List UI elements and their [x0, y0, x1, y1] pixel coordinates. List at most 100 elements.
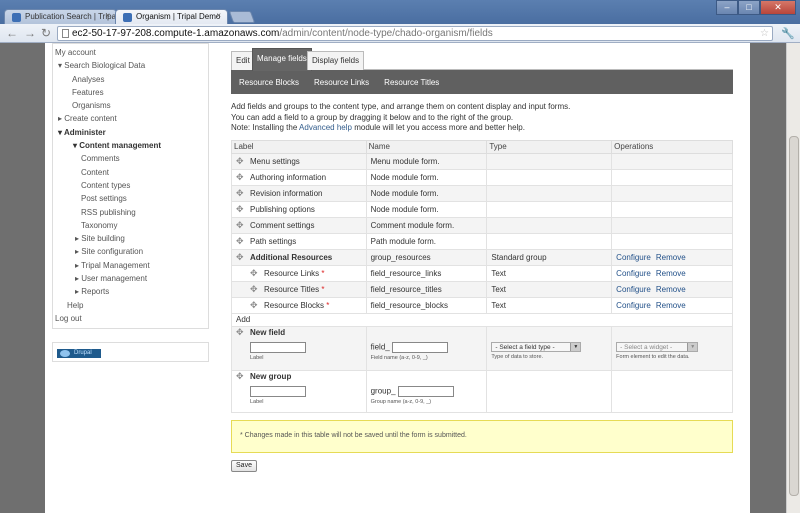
page-icon	[62, 29, 69, 38]
sidebar: My account ▾ Search Biological Data Anal…	[52, 43, 209, 363]
drag-handle-icon[interactable]: ✥	[236, 327, 244, 338]
help-line: Note: Installing the Advanced help modul…	[231, 123, 525, 132]
field-label: Menu settings	[250, 156, 300, 166]
menu-search-biological-data[interactable]: ▾ Search Biological Data	[53, 59, 208, 72]
reload-icon[interactable]: ↻	[41, 26, 51, 40]
subtab-resource-links[interactable]: Resource Links	[314, 78, 369, 87]
new-field-label-input[interactable]	[250, 341, 306, 353]
field-name: group_resources	[365, 248, 488, 266]
menu-log-out[interactable]: Log out	[53, 312, 208, 325]
field-type	[486, 184, 613, 202]
menu-content[interactable]: Content	[53, 166, 208, 179]
page: My account ▾ Search Biological Data Anal…	[45, 43, 750, 513]
address-bar[interactable]: ec2-50-17-97-208.compute-1.amazonaws.com…	[57, 26, 773, 41]
menu-my-account[interactable]: My account	[53, 46, 208, 59]
add-header-row: Add	[231, 312, 733, 327]
field-type	[486, 232, 613, 250]
field-type	[486, 152, 613, 170]
wrench-icon[interactable]: 🔧	[781, 27, 795, 40]
menu-site-configuration[interactable]: ▸ Site configuration	[53, 245, 208, 258]
drag-handle-icon[interactable]: ✥	[236, 220, 244, 231]
field-operations	[611, 168, 733, 186]
menu-reports[interactable]: ▸ Reports	[53, 285, 208, 298]
maximize-button[interactable]: □	[738, 0, 760, 15]
menu-analyses[interactable]: Analyses	[53, 73, 208, 86]
configure-link[interactable]: Configure	[616, 301, 651, 310]
drupal-badge[interactable]: Drupal	[57, 349, 101, 359]
configure-link[interactable]: Configure	[616, 285, 651, 294]
drag-handle-icon[interactable]: ✥	[236, 371, 244, 382]
input-description: Group name (a-z, 0-9, _)	[370, 398, 432, 405]
new-tab-button[interactable]	[228, 11, 256, 23]
new-group-label-input[interactable]	[250, 385, 306, 397]
subtab-resource-blocks[interactable]: Resource Blocks	[239, 78, 299, 87]
browser-tab-publication-search[interactable]: Publication Search | Tripa ×	[4, 9, 117, 24]
menu-administer[interactable]: ▾ Administer	[53, 126, 208, 139]
widget-select[interactable]: - Select a widget - ▼	[616, 341, 699, 352]
primary-tabs: Edit Manage fields Display fields	[231, 48, 733, 71]
scrollbar-thumb[interactable]	[789, 136, 799, 496]
configure-link[interactable]: Configure	[616, 269, 651, 278]
menu-organisms[interactable]: Organisms	[53, 99, 208, 112]
menu-content-management[interactable]: ▾ Content management	[53, 139, 208, 152]
field-type-select[interactable]: - Select a field type - ▼	[491, 341, 582, 352]
field-label: Resource Blocks	[264, 300, 325, 310]
fields-table: Label Name Type Operations ✥ Menu setting…	[231, 139, 733, 413]
advanced-help-link[interactable]: Advanced help	[299, 123, 352, 132]
drag-handle-icon[interactable]: ✥	[236, 204, 244, 215]
bookmark-star-icon[interactable]: ☆	[760, 27, 769, 40]
field-name-prefix: field_	[370, 342, 390, 352]
minimize-button[interactable]: –	[716, 0, 738, 15]
field-label: Resource Links	[264, 268, 320, 278]
menu-rss-publishing[interactable]: RSS publishing	[53, 206, 208, 219]
drag-handle-icon[interactable]: ✥	[250, 300, 258, 311]
menu-tripal-management[interactable]: ▸ Tripal Management	[53, 259, 208, 272]
close-tab-icon[interactable]: ×	[216, 11, 221, 20]
remove-link[interactable]: Remove	[656, 253, 686, 262]
subtab-resource-titles[interactable]: Resource Titles	[384, 78, 439, 87]
drag-handle-icon[interactable]: ✥	[236, 172, 244, 183]
drag-handle-icon[interactable]: ✥	[236, 188, 244, 199]
menu-post-settings[interactable]: Post settings	[53, 192, 208, 205]
drag-handle-icon[interactable]: ✥	[250, 268, 258, 279]
menu-taxonomy[interactable]: Taxonomy	[53, 219, 208, 232]
new-group-name-input[interactable]	[397, 385, 454, 397]
table-row: ✥ Resource Blocks * field_resource_blocks…	[231, 296, 733, 314]
drag-handle-icon[interactable]: ✥	[250, 284, 258, 295]
remove-link[interactable]: Remove	[656, 269, 686, 278]
drag-handle-icon[interactable]: ✥	[236, 156, 244, 167]
field-name: Node module form.	[365, 184, 488, 202]
close-window-button[interactable]: ✕	[760, 0, 796, 15]
menu-site-building[interactable]: ▸ Site building	[53, 232, 208, 245]
menu-help[interactable]: Help	[53, 299, 208, 312]
remove-link[interactable]: Remove	[656, 285, 686, 294]
configure-link[interactable]: Configure	[616, 253, 651, 262]
save-button[interactable]: Save	[231, 459, 257, 472]
back-icon[interactable]: ←	[6, 26, 18, 40]
tab-display-fields[interactable]: Display fields	[307, 51, 365, 70]
field-label: Comment settings	[250, 220, 315, 230]
menu-features[interactable]: Features	[53, 86, 208, 99]
remove-link[interactable]: Remove	[656, 301, 686, 310]
browser-titlebar: Publication Search | Tripa × Organism | …	[0, 0, 800, 24]
menu-user-management[interactable]: ▸ User management	[53, 272, 208, 285]
tab-manage-fields[interactable]: Manage fields	[252, 48, 312, 71]
menu-comments[interactable]: Comments	[53, 152, 208, 165]
menu-create-content[interactable]: ▸ Create content	[53, 112, 208, 125]
drag-handle-icon[interactable]: ✥	[236, 252, 244, 263]
browser-tab-organism[interactable]: Organism | Tripal Demo ×	[115, 9, 228, 24]
forward-icon[interactable]: →	[24, 26, 36, 40]
field-name: Menu module form.	[365, 152, 488, 170]
add-label: Add	[231, 312, 733, 327]
field-type	[486, 200, 613, 218]
field-name: field_resource_links	[365, 264, 488, 282]
browser-toolbar: ← → ↻ ec2-50-17-97-208.compute-1.amazona…	[0, 24, 800, 43]
close-tab-icon[interactable]: ×	[105, 11, 110, 20]
menu-content-types[interactable]: Content types	[53, 179, 208, 192]
table-header-row: Label Name Type Operations	[231, 139, 733, 154]
drag-handle-icon[interactable]: ✥	[236, 236, 244, 247]
new-field-name-input[interactable]	[391, 341, 448, 353]
help-line: Add fields and groups to the content typ…	[231, 102, 571, 111]
table-row: ✥ Publishing options Node module form.	[231, 200, 733, 218]
vertical-scrollbar[interactable]	[786, 43, 800, 513]
